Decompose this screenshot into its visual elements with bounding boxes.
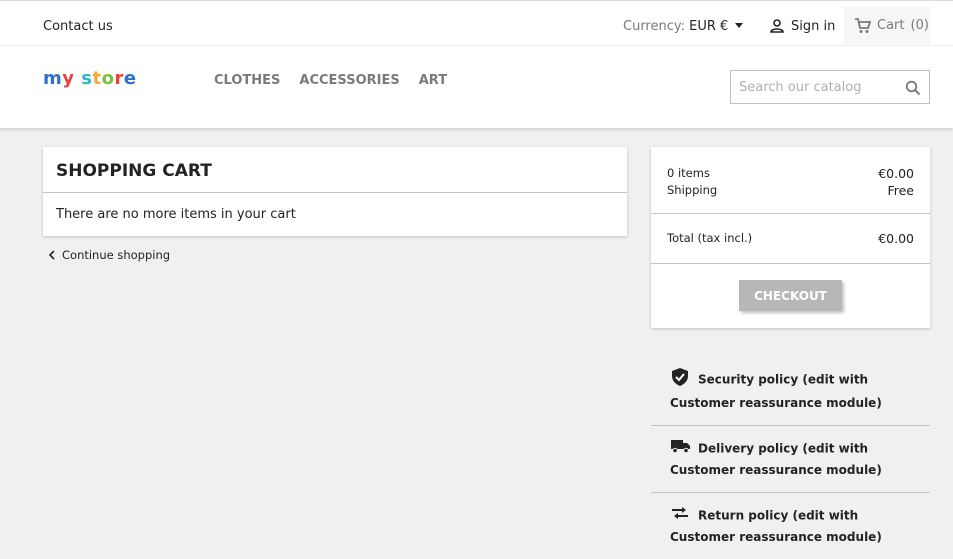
continue-shopping-label: Continue shopping [62, 248, 171, 262]
contact-us-link[interactable]: Contact us [43, 19, 113, 34]
checkout-section: CHECKOUT [651, 264, 930, 327]
search-icon[interactable] [905, 80, 921, 96]
reassurance-text: Return policy (edit with Customer reassu… [670, 508, 882, 545]
logo-letter: o [101, 68, 115, 89]
site-header: my store CLOTHES ACCESSORIES ART [0, 46, 953, 128]
total-label: Total (tax incl.) [667, 231, 753, 245]
cart-count: (0) [910, 18, 929, 33]
top-bar: Contact us Currency: EUR € Sign in Cart … [0, 0, 953, 46]
sign-in-link[interactable]: Sign in [769, 18, 835, 34]
nav-item-accessories[interactable]: ACCESSORIES [299, 73, 399, 88]
total-value: €0.00 [878, 231, 914, 246]
items-count-label: 0 items [667, 166, 710, 180]
reassurance-item-return: Return policy (edit with Customer reassu… [651, 493, 930, 559]
main-nav: CLOTHES ACCESSORIES ART [214, 73, 447, 88]
page-title: SHOPPING CART [43, 147, 627, 193]
shipping-value: Free [887, 183, 914, 198]
items-value: €0.00 [878, 166, 914, 181]
logo-letter: r [114, 68, 124, 89]
summary-total: Total (tax incl.) €0.00 [651, 214, 930, 264]
cart-label: Cart [877, 18, 905, 33]
checkout-button[interactable]: CHECKOUT [739, 280, 842, 311]
shopping-cart-icon [855, 17, 871, 33]
shopping-cart-panel: SHOPPING CART There are no more items in… [43, 147, 627, 236]
logo-letter: t [92, 68, 102, 89]
logo-letter: s [81, 68, 93, 89]
user-icon [770, 19, 784, 33]
cart-summary: 0 items €0.00 Shipping Free Total (tax i… [651, 147, 930, 328]
logo-letter: m [43, 68, 63, 89]
reassurance-block: Security policy (edit with Customer reas… [651, 355, 930, 559]
reassurance-text: Delivery policy (edit with Customer reas… [670, 441, 882, 478]
search-input[interactable] [731, 71, 896, 103]
logo-letter: y [62, 68, 75, 89]
logo-letter: e [123, 68, 137, 89]
empty-cart-message: There are no more items in your cart [56, 207, 296, 222]
shield-check-icon [670, 367, 692, 393]
caret-down-icon [735, 23, 744, 28]
store-logo[interactable]: my store [43, 68, 137, 89]
shipping-label: Shipping [667, 183, 718, 197]
nav-item-art[interactable]: ART [419, 73, 447, 88]
reassurance-item-security: Security policy (edit with Customer reas… [651, 355, 930, 426]
currency-selector[interactable]: Currency: EUR € [623, 19, 744, 34]
reassurance-item-delivery: Delivery policy (edit with Customer reas… [651, 426, 930, 493]
currency-label: Currency: [623, 19, 686, 34]
summary-subtotals: 0 items €0.00 Shipping Free [651, 147, 930, 214]
search-box [730, 70, 930, 104]
truck-icon [670, 438, 692, 460]
continue-shopping-link[interactable]: Continue shopping [48, 248, 170, 262]
currency-value: EUR € [689, 19, 729, 34]
reassurance-text: Security policy (edit with Customer reas… [670, 372, 882, 411]
logo-text: my store [43, 68, 137, 89]
sign-in-label: Sign in [791, 18, 836, 34]
swap-arrows-icon [670, 505, 692, 527]
cart-button[interactable]: Cart (0) [844, 7, 930, 44]
chevron-left-icon [48, 250, 55, 260]
nav-item-clothes[interactable]: CLOTHES [214, 73, 280, 88]
